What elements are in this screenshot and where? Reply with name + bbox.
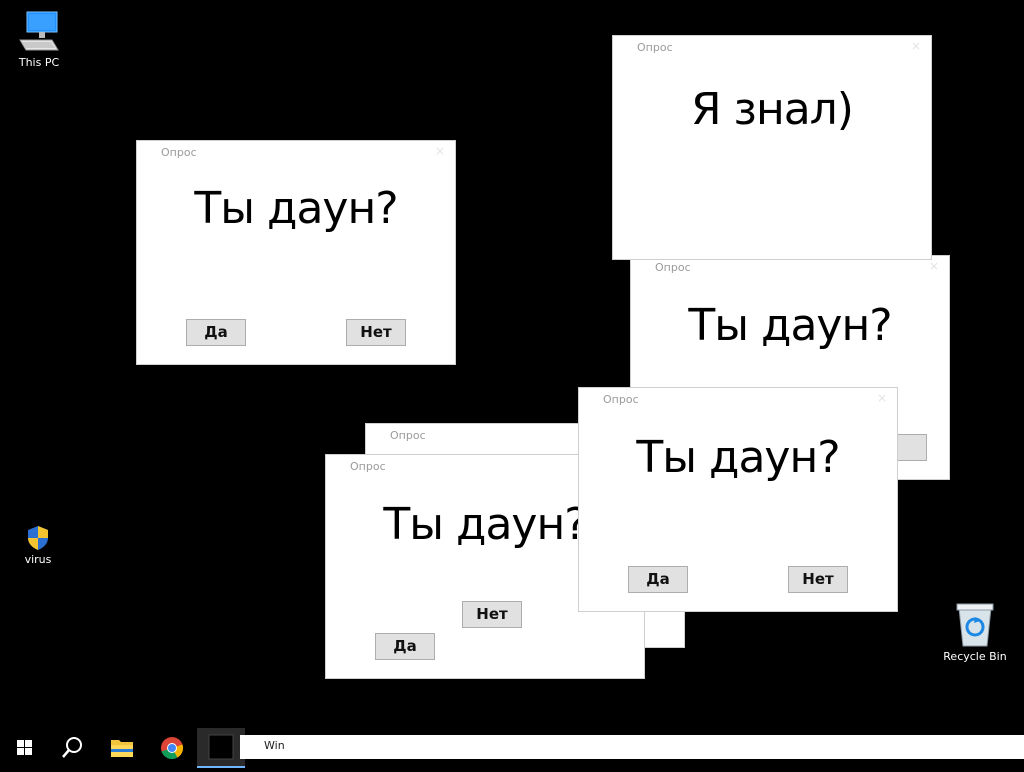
dialog-message: Ты даун?	[688, 300, 892, 351]
search-button[interactable]	[48, 728, 96, 768]
desktop-icon-label: This PC	[18, 56, 60, 69]
search-icon	[62, 737, 82, 758]
dialog-message: Ты даун?	[194, 183, 398, 234]
poll-dialog[interactable]: Опрос × Ты даун? Да Нет	[578, 387, 898, 612]
dialog-title: Опрос	[390, 429, 426, 442]
no-button[interactable]: Нет	[462, 601, 522, 628]
dialog-title: Опрос	[350, 460, 386, 473]
yes-button[interactable]: Да	[628, 566, 688, 593]
taskbar-file-explorer[interactable]	[98, 728, 146, 768]
yes-button[interactable]: Да	[375, 633, 435, 660]
computer-monitor-icon	[19, 11, 59, 51]
taskbar-window-field[interactable]: Win	[240, 735, 1024, 759]
uac-shield-icon	[28, 526, 48, 550]
dialog-title: Опрос	[603, 393, 639, 406]
dialog-title: Опрос	[161, 146, 197, 159]
no-button[interactable]: Нет	[788, 566, 848, 593]
dialog-message: Я знал)	[691, 84, 854, 135]
close-icon[interactable]: ×	[929, 259, 939, 273]
desktop-icon-virus[interactable]: virus	[0, 525, 76, 566]
close-icon[interactable]: ×	[877, 391, 887, 405]
start-button[interactable]	[0, 728, 48, 768]
taskbar-window-text: Win	[264, 739, 285, 752]
desktop-icon-label: Recycle Bin	[943, 650, 1007, 663]
poll-dialog[interactable]: Опрос × Ты даун? Да Нет	[136, 140, 456, 365]
close-icon[interactable]: ×	[911, 39, 921, 53]
file-explorer-icon	[111, 740, 133, 757]
yes-button[interactable]: Да	[186, 319, 246, 346]
desktop-icon-label: virus	[24, 553, 52, 566]
poll-result-dialog[interactable]: Опрос × Я знал)	[612, 35, 932, 260]
taskbar-active-app[interactable]	[197, 728, 245, 768]
windows-start-icon	[17, 740, 32, 755]
recycle-bin-icon	[956, 603, 994, 647]
app-window-icon	[208, 734, 234, 760]
chrome-icon	[161, 737, 184, 760]
desktop-icon-recycle-bin[interactable]: Recycle Bin	[937, 602, 1013, 663]
dialog-title: Опрос	[637, 41, 673, 54]
dialog-title: Опрос	[655, 261, 691, 274]
no-button[interactable]: Нет	[346, 319, 406, 346]
taskbar: Win	[0, 728, 1024, 768]
desktop-icon-this-pc[interactable]: This PC	[1, 10, 77, 69]
desktop: This PC virus Recycle Bin Опрос × Ты дау…	[0, 0, 1024, 733]
taskbar-chrome[interactable]	[148, 728, 196, 768]
close-icon[interactable]: ×	[435, 144, 445, 158]
dialog-message: Ты даун?	[636, 432, 840, 483]
